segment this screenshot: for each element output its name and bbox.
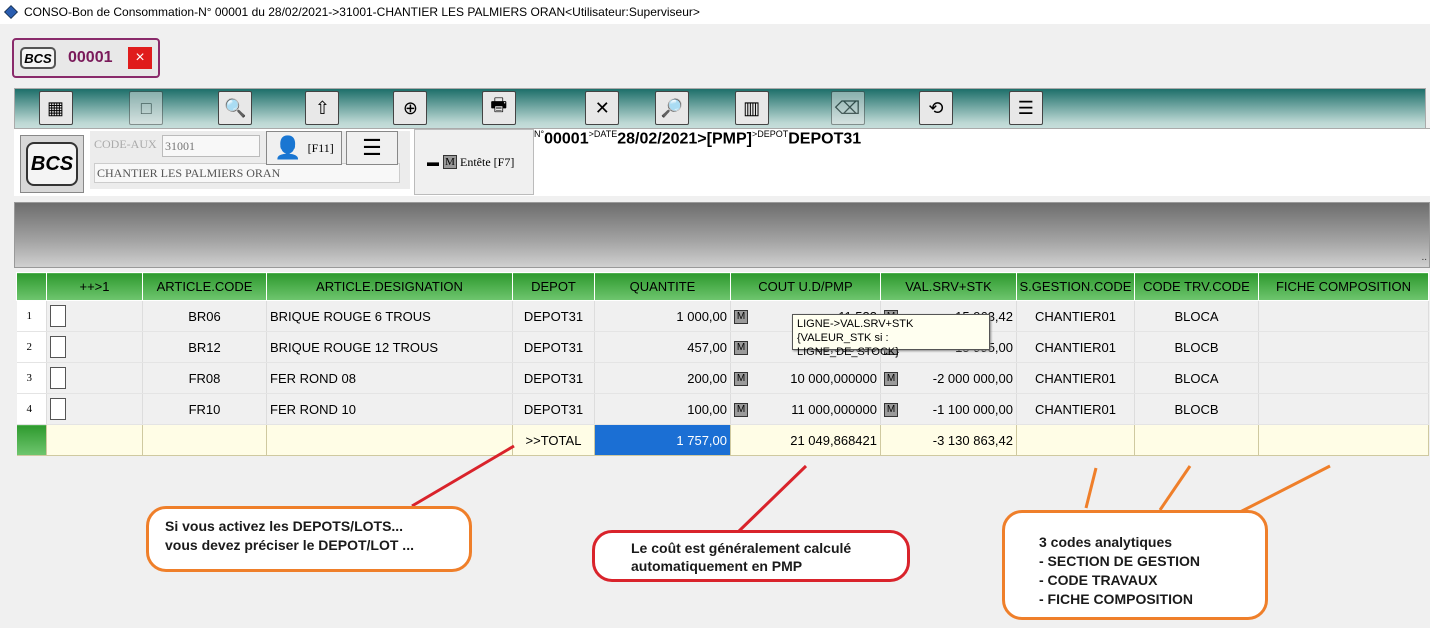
depot-callout-pointer xyxy=(411,444,515,508)
depot-callout-line-2: vous devez préciser le DEPOT/LOT ... xyxy=(165,537,414,553)
codes-pointer-fiche xyxy=(1239,464,1331,514)
codes-callout-line-4: - FICHE COMPOSITION xyxy=(1039,591,1193,607)
codes-callout-line-2: - SECTION DE GESTION xyxy=(1039,553,1201,569)
codes-callout: 3 codes analytiques - SECTION DE GESTION… xyxy=(1002,510,1268,620)
depot-callout-line-1: Si vous activez les DEPOTS/LOTS... xyxy=(165,518,404,534)
cost-callout-pointer xyxy=(736,464,808,534)
depot-callout: Si vous activez les DEPOTS/LOTS... vous … xyxy=(146,506,472,572)
codes-pointer-sgestion xyxy=(1084,467,1098,509)
cost-callout-line-1: Le coût est généralement calculé xyxy=(631,540,852,556)
codes-callout-line-1: 3 codes analytiques xyxy=(1039,534,1173,550)
cost-callout: Le coût est généralement calculé automat… xyxy=(592,530,910,582)
cost-callout-line-2: automatiquement en PMP xyxy=(631,558,803,574)
codes-callout-line-3: - CODE TRAVAUX xyxy=(1039,572,1158,588)
codes-pointer-trv xyxy=(1158,465,1192,511)
